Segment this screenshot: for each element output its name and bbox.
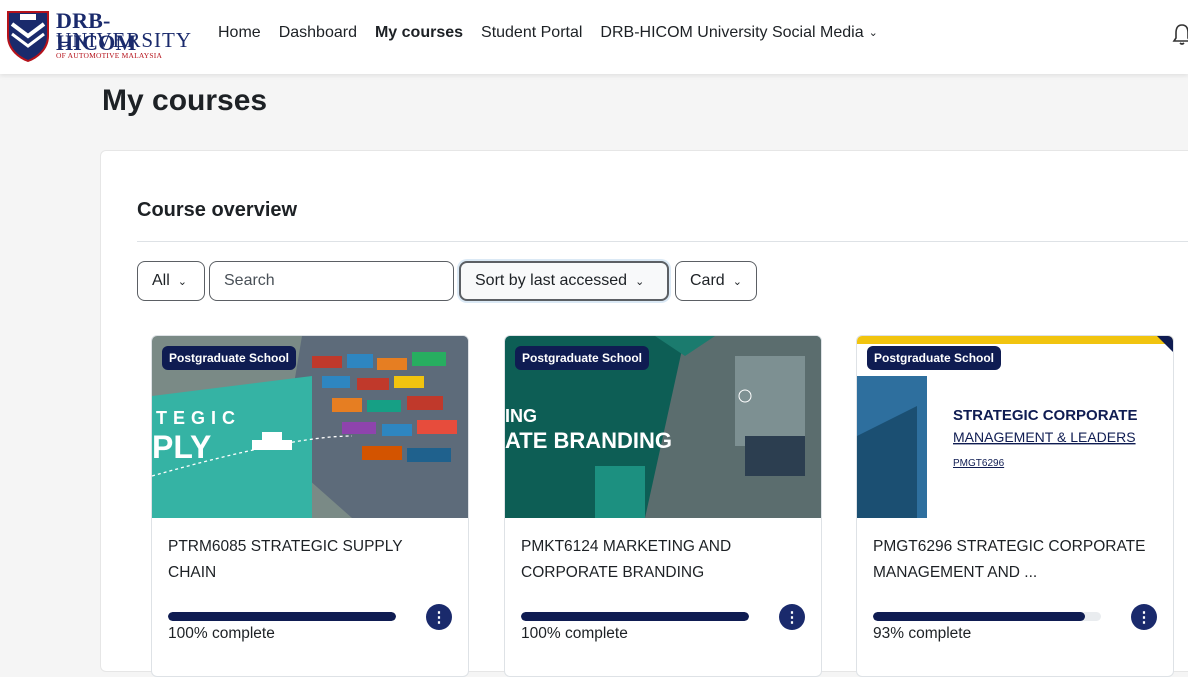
nav-item-home[interactable]: Home (218, 24, 261, 42)
chevron-down-icon: ⌄ (868, 27, 878, 39)
course-card[interactable]: STRATEGIC CORPORATE MANAGEMENT & LEADERS… (856, 335, 1174, 677)
progress-bar-fill (521, 612, 749, 621)
progress-bar-fill (168, 612, 396, 621)
search-placeholder: Search (224, 272, 275, 289)
grouping-filter-label: All (152, 272, 170, 289)
three-dots-vertical-icon: ⋮ (784, 609, 800, 626)
university-logo[interactable]: DRB-HICOM UNIVERSITY OF AUTOMOTIVE MALAY… (6, 8, 191, 64)
view-mode-dropdown[interactable]: Card ⌄ (675, 261, 757, 301)
course-card[interactable]: ING ATE BRANDING Postgraduate School PMK… (504, 335, 822, 677)
grouping-filter-dropdown[interactable]: All ⌄ (137, 261, 205, 301)
course-overview-block: Course overview All ⌄ Search Sort by las… (100, 150, 1188, 677)
category-badge: Postgraduate School (162, 346, 297, 370)
course-card[interactable]: TEGIC PLY Postgraduate School PTRM6085 S… (151, 335, 469, 677)
view-mode-label: Card (690, 272, 725, 289)
course-image[interactable]: STRATEGIC CORPORATE MANAGEMENT & LEADERS… (857, 336, 1173, 518)
nav-item-student-portal[interactable]: Student Portal (481, 24, 582, 42)
chevron-down-icon: ⌄ (635, 275, 645, 288)
banner-text-1: TEGIC (156, 408, 241, 428)
course-title-link[interactable]: PMGT6296 STRATEGIC CORPORATE MANAGEMENT … (873, 534, 1153, 586)
progress-text: 100% complete (521, 625, 628, 642)
three-dots-vertical-icon: ⋮ (1136, 609, 1152, 626)
progress-text: 93% complete (873, 625, 972, 642)
search-input[interactable]: Search (209, 261, 454, 301)
banner-text-2: MANAGEMENT & LEADERS (953, 429, 1136, 445)
course-actions-menu-button[interactable]: ⋮ (779, 604, 805, 630)
progress-bar-fill (873, 612, 1086, 621)
progress-bar (168, 612, 396, 621)
category-badge: Postgraduate School (867, 346, 1002, 370)
sort-label: Sort by last accessed (475, 272, 628, 289)
course-actions-menu-button[interactable]: ⋮ (1131, 604, 1157, 630)
shield-crest-icon (7, 11, 49, 62)
course-image[interactable]: TEGIC PLY Postgraduate School (152, 336, 468, 518)
nav-item-my-courses[interactable]: My courses (375, 24, 463, 42)
banner-text-1: STRATEGIC CORPORATE (953, 407, 1137, 424)
course-title-link[interactable]: PMKT6124 MARKETING AND CORPORATE BRANDIN… (521, 534, 801, 586)
top-navbar: DRB-HICOM UNIVERSITY OF AUTOMOTIVE MALAY… (0, 0, 1188, 74)
divider (137, 241, 1188, 242)
nav-item-social-media-label: DRB-HICOM University Social Media (600, 24, 864, 41)
brand-name-line3: OF AUTOMOTIVE MALAYSIA (56, 51, 163, 60)
banner-text-1: ING (505, 406, 537, 426)
category-badge: Postgraduate School (515, 346, 650, 370)
chevron-down-icon: ⌄ (732, 275, 742, 288)
page-title: My courses (102, 84, 268, 117)
chevron-down-icon: ⌄ (177, 275, 187, 288)
primary-navigation: Home Dashboard My courses Student Portal… (218, 24, 878, 42)
banner-text-2: PLY (152, 429, 211, 465)
course-overview-heading: Course overview (137, 199, 298, 221)
progress-bar (873, 612, 1101, 621)
progress-bar (521, 612, 749, 621)
sort-dropdown[interactable]: Sort by last accessed ⌄ (459, 261, 669, 301)
brand-name-line2: UNIVERSITY (56, 28, 192, 52)
nav-item-dashboard[interactable]: Dashboard (279, 24, 357, 42)
bell-icon[interactable] (1172, 22, 1188, 46)
nav-item-social-media[interactable]: DRB-HICOM University Social Media ⌄ (600, 24, 877, 42)
progress-text: 100% complete (168, 625, 275, 642)
course-actions-menu-button[interactable]: ⋮ (426, 604, 452, 630)
course-title-link[interactable]: PTRM6085 STRATEGIC SUPPLY CHAIN (168, 534, 448, 586)
three-dots-vertical-icon: ⋮ (431, 609, 447, 626)
course-image[interactable]: ING ATE BRANDING Postgraduate School (505, 336, 821, 518)
banner-text-3: PMGT6296 (953, 458, 1005, 469)
banner-text-2: ATE BRANDING (505, 428, 672, 453)
